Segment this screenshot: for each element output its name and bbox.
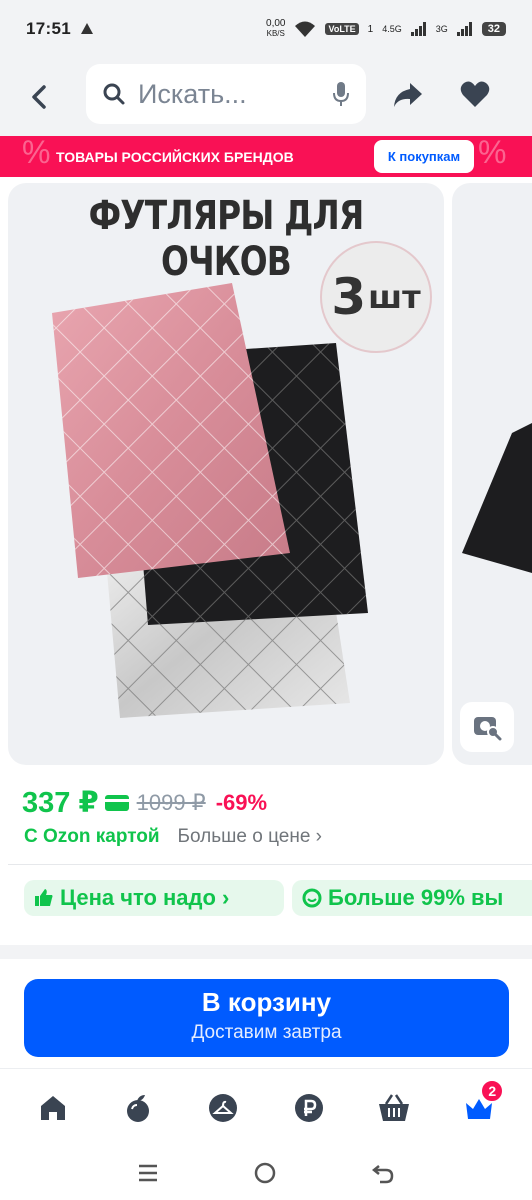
ruble-icon bbox=[294, 1093, 323, 1122]
bottom-tab-bar: 2 bbox=[0, 1068, 532, 1146]
lte-label: 4.5G bbox=[382, 24, 402, 34]
cart-count-badge: 2 bbox=[480, 1078, 505, 1103]
thumbs-up-icon bbox=[35, 889, 53, 906]
system-nav-bar bbox=[0, 1146, 532, 1200]
product-image bbox=[52, 283, 368, 718]
search-placeholder: Искать... bbox=[138, 78, 247, 109]
hanger-icon bbox=[209, 1093, 238, 1122]
heart-icon bbox=[460, 81, 490, 107]
percent-decor-2: % bbox=[478, 136, 507, 170]
next-image-thumbnail bbox=[462, 423, 532, 573]
next-image-preview[interactable] bbox=[452, 183, 532, 765]
volte-badge: VoLTE bbox=[325, 23, 359, 35]
discount-badge: -69% bbox=[215, 789, 268, 815]
tab-fresh[interactable] bbox=[113, 1083, 163, 1133]
chip-label: Больше 99% вы bbox=[328, 885, 504, 910]
tab-home[interactable] bbox=[28, 1083, 78, 1133]
chip-label: Цена что надо › bbox=[60, 885, 230, 910]
favorite-button[interactable] bbox=[460, 80, 490, 113]
fruit-icon bbox=[126, 1094, 149, 1122]
ozon-card-row: С Ozon картой Больше о цене › bbox=[24, 826, 322, 848]
tab-cart[interactable] bbox=[369, 1083, 419, 1133]
recents-icon[interactable] bbox=[137, 1163, 159, 1183]
divider bbox=[8, 864, 532, 865]
net-speed: 0,00 KB/S bbox=[266, 19, 285, 39]
product-image-gallery[interactable]: ФУТЛЯРЫ ДЛЯ ОЧКОВ 3 шт bbox=[8, 183, 444, 765]
visual-search-button[interactable] bbox=[460, 702, 514, 752]
microphone-icon[interactable] bbox=[332, 81, 350, 107]
shop-button[interactable]: К покупкам bbox=[374, 140, 474, 173]
tab-profile[interactable]: 2 bbox=[454, 1078, 505, 1133]
search-input[interactable]: Искать... bbox=[86, 64, 366, 124]
notification-icon bbox=[80, 23, 93, 34]
share-icon bbox=[394, 83, 422, 107]
sim1-label: 1 bbox=[367, 23, 374, 35]
chip-reviews[interactable]: Больше 99% вы bbox=[292, 880, 532, 916]
ozon-card-label: С Ozon картой bbox=[24, 826, 160, 847]
smile-icon bbox=[302, 888, 322, 908]
promo-banner[interactable]: % % ТОВАРЫ РОССИЙСКИХ БРЕНДОВ К покупкам bbox=[0, 136, 532, 177]
chip-price-good[interactable]: Цена что надо › bbox=[24, 880, 284, 916]
home-icon bbox=[40, 1095, 65, 1120]
banner-text: ТОВАРЫ РОССИЙСКИХ БРЕНДОВ bbox=[56, 148, 294, 165]
net-speed-value: 0,00 bbox=[266, 18, 286, 29]
signal-icon bbox=[410, 22, 426, 36]
old-price: 1099 ₽ bbox=[136, 789, 206, 815]
image-search-icon bbox=[474, 717, 502, 741]
price-details-link[interactable]: Больше о цене › bbox=[178, 826, 322, 848]
back-button[interactable] bbox=[22, 80, 56, 114]
basket-icon bbox=[378, 1093, 409, 1121]
chevron-left-icon bbox=[32, 85, 46, 109]
top-bar: Искать... bbox=[0, 58, 532, 136]
ozon-card-icon bbox=[104, 794, 129, 811]
home-circle-icon[interactable] bbox=[253, 1161, 277, 1185]
signal-icon-2 bbox=[456, 22, 472, 36]
net-speed-unit: KB/S bbox=[266, 29, 285, 38]
wifi-icon bbox=[295, 21, 316, 37]
delivery-label: Доставим завтра bbox=[191, 1022, 342, 1043]
current-price: 337 ₽ bbox=[22, 787, 99, 819]
status-time: 17:51 bbox=[26, 19, 71, 38]
add-to-cart-label: В корзину bbox=[201, 987, 332, 1017]
price-row: 337 ₽ 1099 ₽ -69% bbox=[22, 785, 267, 820]
status-bar: 17:51 0,00 KB/S VoLTE 1 4.5G 3G 32 bbox=[0, 0, 532, 58]
add-to-cart-button[interactable]: В корзину Доставим завтра bbox=[24, 979, 509, 1057]
search-icon bbox=[103, 83, 125, 105]
tab-catalog[interactable] bbox=[198, 1083, 248, 1133]
3g-label: 3G bbox=[435, 24, 448, 34]
section-separator bbox=[0, 945, 532, 959]
tab-finance[interactable] bbox=[284, 1083, 334, 1133]
share-button[interactable] bbox=[392, 80, 424, 115]
back-icon[interactable] bbox=[371, 1162, 395, 1184]
percent-decor: % bbox=[22, 136, 51, 170]
battery-indicator: 32 bbox=[481, 22, 506, 36]
